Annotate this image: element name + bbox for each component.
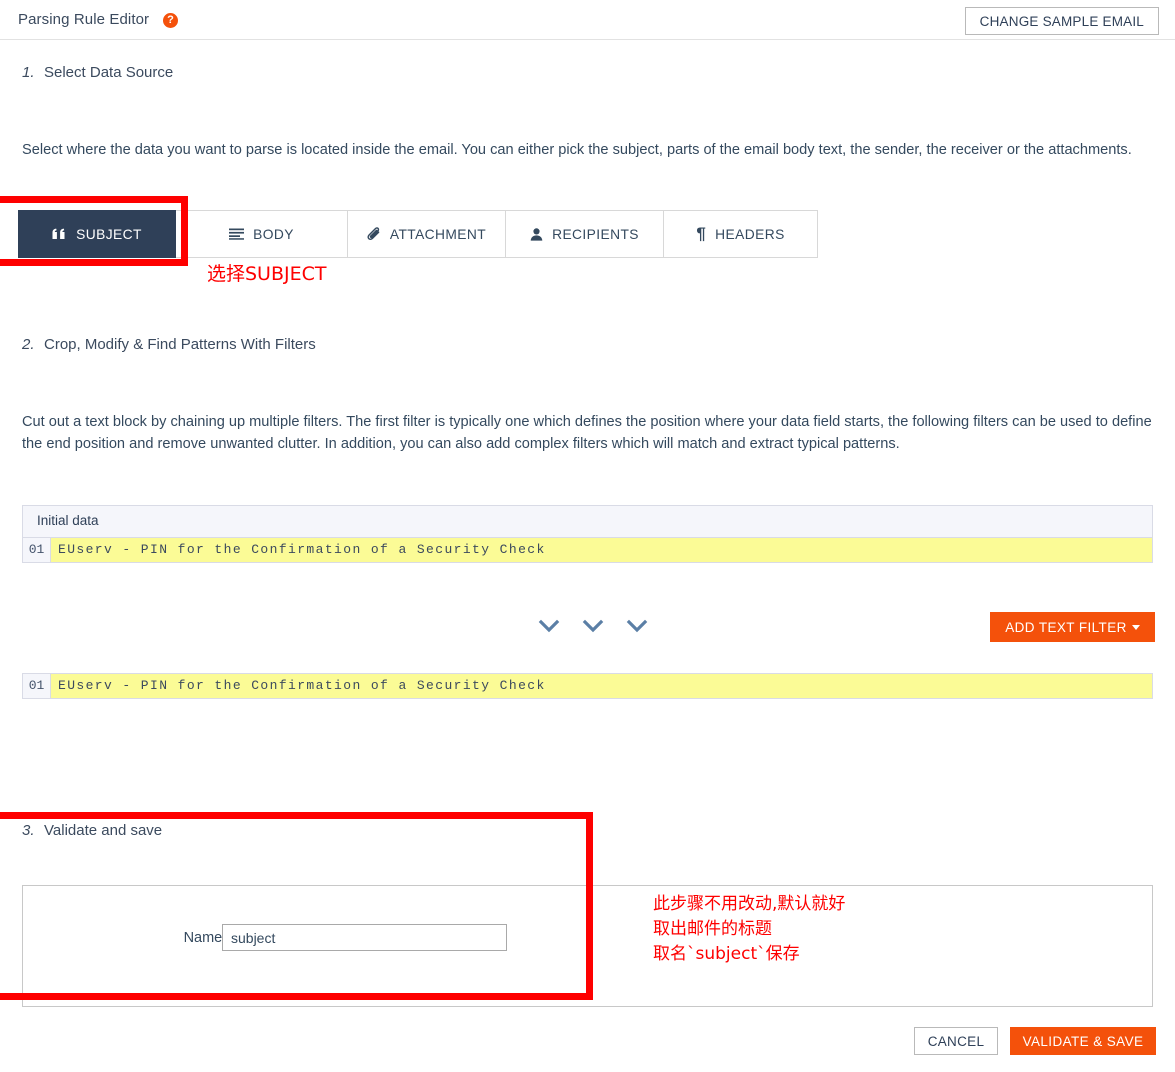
add-text-filter-label: ADD TEXT FILTER — [1005, 619, 1127, 635]
chevron-down-icon — [1131, 625, 1140, 631]
step-3-number: 3. — [22, 822, 35, 839]
name-of-field-input[interactable] — [222, 924, 507, 951]
line-number: 01 — [23, 538, 51, 562]
step-2-title: Crop, Modify & Find Patterns With Filter… — [44, 336, 316, 353]
change-sample-email-button[interactable]: CHANGE SAMPLE EMAIL — [964, 7, 1159, 35]
cancel-button[interactable]: CANCEL — [914, 1027, 998, 1055]
annotation-step3-text: 此步骤不用改动,默认就好 取出邮件的标题取名`subject`保存 — [653, 892, 845, 967]
quote-icon — [52, 228, 67, 240]
tab-headers[interactable]: ¶ HEADERS — [664, 210, 818, 258]
page-title: Parsing Rule Editor — [18, 11, 150, 28]
tab-subject-label: SUBJECT — [76, 226, 142, 242]
annotation-step3-line2: 取出邮件的标题 — [653, 919, 772, 939]
result-data-row: 01 EUserv - PIN for the Confirmation of … — [22, 673, 1153, 699]
step-2-description: Cut out a text block by chaining up mult… — [22, 414, 1152, 452]
step-2-heading: 2. Crop, Modify & Find Patterns With Filt… — [22, 336, 316, 353]
data-source-tabs: SUBJECT BODY ATTACHMENT RECIPIENTS ¶ HEA… — [18, 210, 818, 258]
person-icon — [530, 227, 543, 241]
paperclip-icon — [367, 227, 381, 241]
add-text-filter-button[interactable]: ADD TEXT FILTER — [990, 612, 1155, 642]
pilcrow-icon: ¶ — [696, 224, 707, 243]
chevron-down-icon — [582, 619, 604, 633]
top-bar: Parsing Rule Editor ? CHANGE SAMPLE EMAI… — [0, 0, 1175, 40]
question-mark-icon[interactable]: ? — [163, 13, 178, 28]
filter-flow-arrows — [535, 612, 651, 640]
initial-data-row: 01 EUserv - PIN for the Confirmation of … — [22, 537, 1153, 563]
result-data-block: 01 EUserv - PIN for the Confirmation of … — [22, 673, 1153, 699]
tab-attachment-label: ATTACHMENT — [389, 226, 487, 242]
line-content[interactable]: EUserv - PIN for the Confirmation of a S… — [51, 538, 1152, 562]
line-number: 01 — [23, 674, 51, 698]
validate-panel: Name of field — [22, 885, 1153, 1007]
annotation-step3-line3: 取名`subject`保存 — [653, 944, 800, 964]
annotation-step3-line1: 此步骤不用改动,默认就好 — [653, 894, 846, 914]
step-1-heading: 1. Select Data Source — [22, 64, 173, 81]
tab-recipients[interactable]: RECIPIENTS — [506, 210, 664, 258]
step-1-number: 1. — [22, 64, 35, 81]
tab-recipients-label: RECIPIENTS — [552, 226, 639, 242]
chevron-down-icon — [538, 619, 560, 633]
step-3-title: Validate and save — [44, 822, 163, 839]
initial-data-block: Initial data 01 EUserv - PIN for the Con… — [22, 505, 1153, 563]
chevron-down-icon — [626, 619, 648, 633]
lines-icon — [229, 228, 245, 240]
step-3-heading: 3. Validate and save — [22, 822, 162, 839]
tab-body[interactable]: BODY — [176, 210, 348, 258]
step-2-number: 2. — [22, 336, 35, 353]
tab-body-label: BODY — [253, 226, 294, 242]
annotation-subject-text: 选择SUBJECT — [207, 263, 327, 285]
step-1-description: Select where the data you want to parse … — [22, 142, 1132, 158]
tab-attachment[interactable]: ATTACHMENT — [348, 210, 506, 258]
validate-and-save-button[interactable]: VALIDATE & SAVE — [1010, 1027, 1156, 1055]
line-content[interactable]: EUserv - PIN for the Confirmation of a S… — [51, 674, 1152, 698]
tab-headers-label: HEADERS — [715, 226, 785, 242]
tab-subject[interactable]: SUBJECT — [18, 210, 176, 258]
initial-data-label: Initial data — [22, 505, 1153, 537]
step-1-title: Select Data Source — [44, 64, 174, 81]
parsing-rule-editor-page: Parsing Rule Editor ? CHANGE SAMPLE EMAI… — [0, 0, 1175, 1072]
